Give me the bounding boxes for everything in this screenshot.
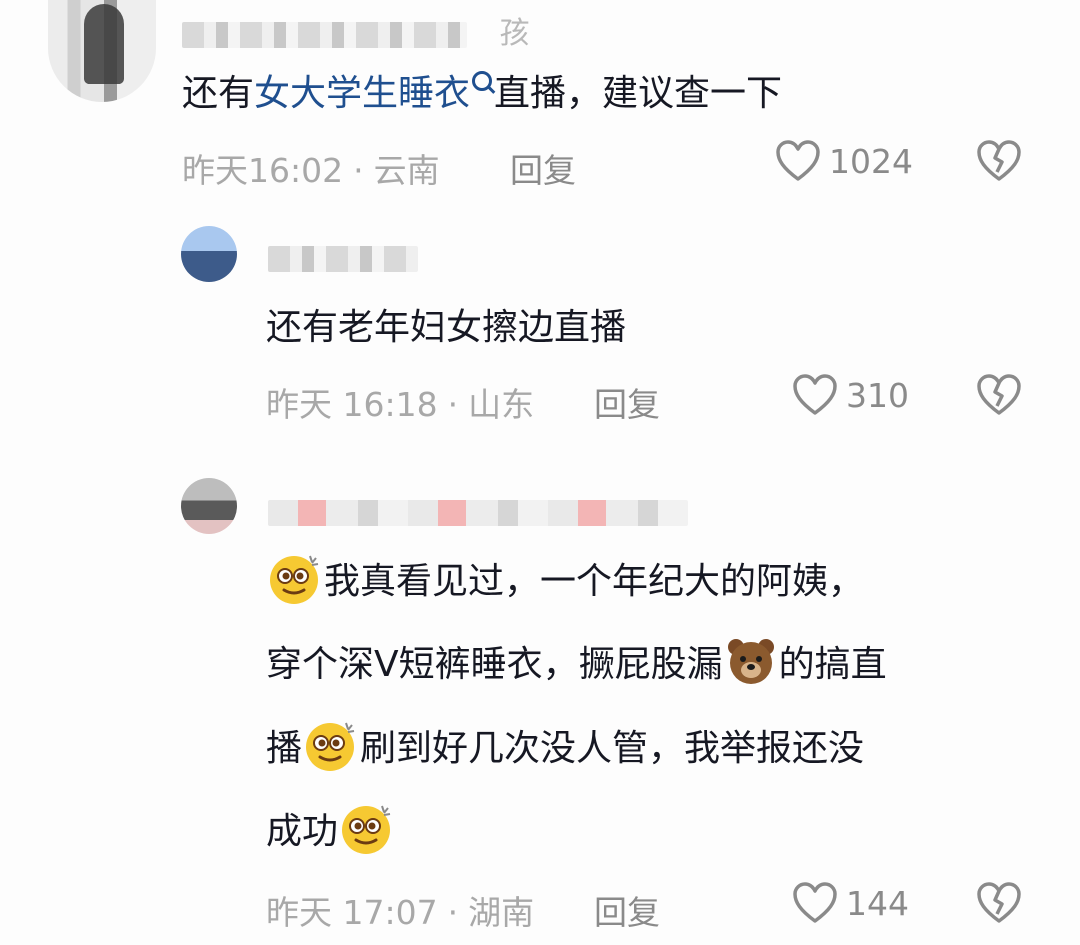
comment-text-line: 穿个深V短裤睡衣，撅屁股漏 的搞直 <box>266 639 887 687</box>
dizzy-face-emoji <box>306 722 355 771</box>
username[interactable] <box>268 494 688 529</box>
avatar[interactable] <box>181 478 237 534</box>
comment-text: 播 <box>266 728 303 769</box>
comment-text: 还有老年妇女擦边直播 <box>266 307 627 348</box>
location: 云南 <box>373 151 440 190</box>
location: 湖南 <box>468 893 535 932</box>
like-count: 144 <box>846 883 909 923</box>
dizzy-face-emoji <box>270 555 319 604</box>
comment-text-part: 直播，建议查一下 <box>494 73 783 114</box>
comment-text: 的搞直 <box>778 644 887 685</box>
reply-button[interactable]: 回复 <box>594 378 660 426</box>
broken-heart-icon <box>977 374 1021 415</box>
location: 山东 <box>468 385 535 424</box>
avatar[interactable] <box>181 226 237 282</box>
comment-text: 成功 <box>266 811 339 852</box>
comment-text: 刷到好几次没人管，我举报还没 <box>360 728 865 769</box>
comment-text-line: 播 刷到好几次没人管，我举报还没 <box>266 722 865 773</box>
heart-outline-icon <box>793 882 837 923</box>
search-link[interactable]: 女大学生睡衣 <box>254 73 470 114</box>
avatar[interactable] <box>48 0 156 102</box>
broken-heart-icon <box>977 140 1021 181</box>
blurred-username <box>268 245 418 272</box>
comment-text: 穿个深V短裤睡衣，撅屁股漏 <box>266 644 723 685</box>
comment-meta: 昨天 16:18 · 山东 <box>266 385 535 424</box>
username-visible-char: 孩 <box>499 16 531 51</box>
comment-meta: 昨天 17:07 · 湖南 <box>266 893 535 932</box>
reply-button[interactable]: 回复 <box>594 886 660 934</box>
comment-text-line: 成功 <box>266 805 396 856</box>
like-count: 1024 <box>829 141 913 181</box>
comment-text: 我真看见过，一个年纪大的阿姨， <box>324 561 865 602</box>
comment-text-part: 还有 <box>182 73 255 114</box>
timestamp: 昨天 17:07 <box>266 893 438 932</box>
username[interactable] <box>268 240 418 275</box>
comment-text: 还有女大学生睡衣 直播，建议查一下 <box>182 71 783 114</box>
blurred-username <box>182 21 467 48</box>
heart-outline-icon <box>793 374 837 415</box>
comment-text-line: 我真看见过，一个年纪大的阿姨， <box>266 555 865 606</box>
search-icon[interactable] <box>472 71 493 91</box>
heart-outline-icon <box>776 140 820 181</box>
reply-button[interactable]: 回复 <box>510 144 576 192</box>
dislike-button[interactable] <box>976 882 1022 928</box>
comment-meta: 昨天16:02 · 云南 <box>182 151 440 190</box>
comment-section: 孩 还有女大学生睡衣 直播，建议查一下 昨天16:02 · 云南 回复 1024 还有… <box>0 0 1080 945</box>
timestamp: 昨天 16:18 <box>266 385 438 424</box>
like-button[interactable]: 144 <box>792 882 909 924</box>
bear-face-emoji <box>727 639 774 684</box>
like-count: 310 <box>846 375 909 415</box>
broken-heart-icon <box>977 882 1021 923</box>
like-button[interactable]: 310 <box>792 374 909 416</box>
timestamp: 昨天16:02 <box>182 151 344 190</box>
dislike-button[interactable] <box>976 140 1022 186</box>
username[interactable]: 孩 <box>182 8 531 52</box>
blurred-username <box>268 499 688 526</box>
dizzy-face-emoji <box>342 805 391 854</box>
dislike-button[interactable] <box>976 374 1022 420</box>
like-button[interactable]: 1024 <box>775 140 913 182</box>
